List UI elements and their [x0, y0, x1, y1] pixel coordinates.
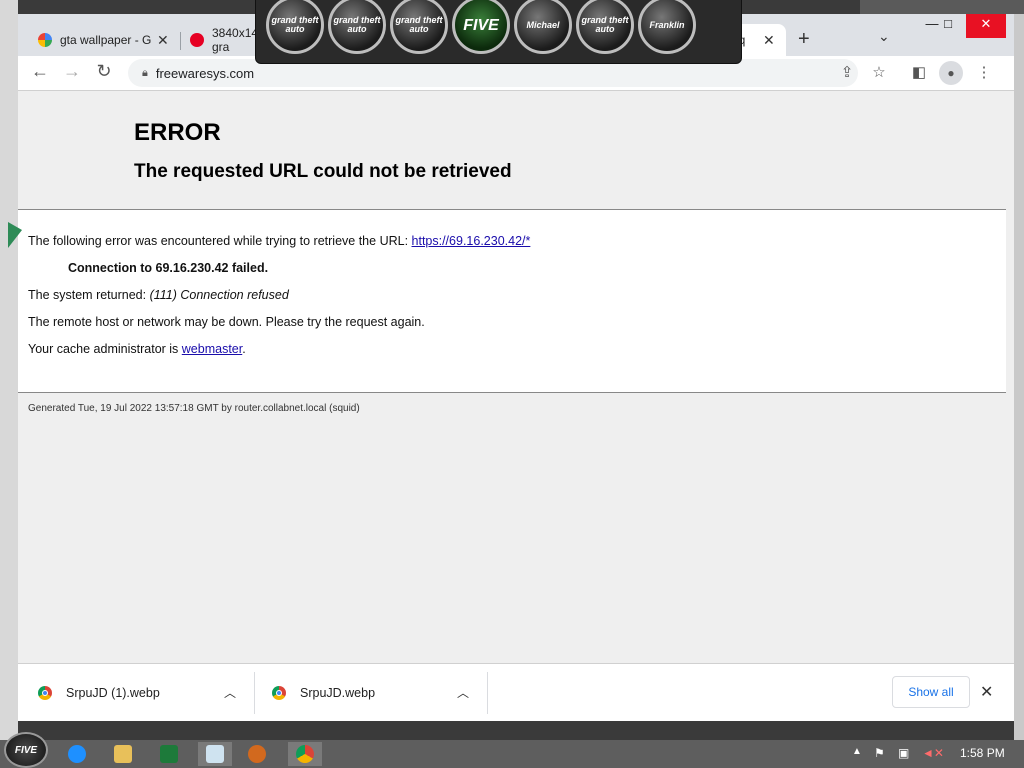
forward-arrow-icon[interactable]: →	[60, 61, 84, 82]
download-item[interactable]: SrpuJD (1).webp	[38, 664, 160, 721]
new-tab-button[interactable]: +	[798, 28, 810, 51]
period: .	[242, 342, 246, 356]
excel-icon[interactable]	[152, 742, 186, 766]
download-item[interactable]: SrpuJD.webp	[272, 664, 375, 721]
chrome-icon	[272, 685, 286, 700]
tab-separator	[180, 32, 181, 50]
generated-footer: Generated Tue, 19 Jul 2022 13:57:18 GMT …	[28, 403, 360, 414]
maximize-icon[interactable]: □	[932, 14, 964, 38]
ie-icon[interactable]	[60, 742, 94, 766]
desktop-left-edge	[0, 0, 18, 740]
error-code: (111) Connection refused	[149, 288, 289, 302]
gta-franklin-badge[interactable]: Franklin	[638, 0, 696, 54]
browser-window: gta wallpaper - G ✕ 3840x1447 gra req ✕ …	[18, 14, 1014, 721]
gta-character-banner: grand theft auto grand theft auto grand …	[255, 0, 742, 64]
error-page: ERROR The requested URL could not be ret…	[18, 91, 1006, 663]
bookmark-star-icon[interactable]: ☆	[868, 63, 890, 81]
gta-badge[interactable]: grand theft auto	[390, 0, 448, 54]
close-icon[interactable]: ✕	[980, 682, 993, 702]
error-header: ERROR The requested URL could not be ret…	[18, 91, 1006, 210]
flag-icon[interactable]: ⚑	[874, 746, 885, 760]
gta-badge[interactable]: grand theft auto	[266, 0, 324, 54]
gta-badge[interactable]: grand theft auto	[576, 0, 634, 54]
download-filename: SrpuJD.webp	[300, 685, 376, 700]
download-filename: SrpuJD (1).webp	[66, 685, 160, 700]
page-title: ERROR	[134, 119, 221, 146]
desktop-right-edge	[1014, 0, 1024, 740]
tab-label: gta wallpaper - G	[60, 33, 152, 47]
tab-close-icon[interactable]: ✕	[157, 32, 169, 49]
side-panel-icon[interactable]: ◧	[908, 63, 930, 81]
error-text: The following error was encountered whil…	[28, 234, 412, 248]
notepad-icon[interactable]	[198, 742, 232, 766]
file-explorer-icon[interactable]	[106, 742, 140, 766]
window-close-icon[interactable]: ✕	[966, 14, 1006, 38]
webmaster-link[interactable]: webmaster	[182, 342, 242, 356]
gta-five-badge[interactable]: FIVE	[452, 0, 510, 54]
system-returned-text: The system returned:	[28, 288, 150, 302]
gta-badge[interactable]: grand theft auto	[328, 0, 386, 54]
pinterest-icon	[190, 33, 204, 47]
profile-avatar-icon[interactable]: ●	[939, 61, 963, 85]
cache-admin-text: Your cache administrator is	[28, 342, 182, 356]
system-returned-line: The system returned: (111) Connection re…	[28, 288, 289, 302]
tab-close-icon[interactable]: ✕	[763, 32, 775, 49]
network-icon[interactable]: ▣	[898, 746, 909, 760]
error-body: The following error was encountered whil…	[18, 210, 1006, 393]
share-icon[interactable]: ⇪	[836, 63, 858, 81]
tray-chevron-icon[interactable]: ▲	[852, 746, 862, 757]
menu-dots-icon[interactable]: ⋮	[973, 63, 995, 81]
volume-muted-icon[interactable]: ◄✕	[922, 746, 944, 760]
start-button[interactable]: FIVE	[4, 732, 48, 768]
chrome-taskbar-icon[interactable]	[288, 742, 322, 766]
chevron-up-icon[interactable]: ︿	[457, 684, 469, 701]
desktop-top-right	[860, 0, 1024, 14]
address-text: freewaresys.com	[155, 65, 255, 81]
google-icon	[38, 33, 52, 47]
chrome-icon	[38, 685, 52, 700]
connection-failed-text: Connection to 69.16.230.42 failed.	[68, 261, 269, 275]
chevron-up-icon[interactable]: ︿	[224, 684, 236, 701]
clock[interactable]: 1:58 PM	[960, 746, 1005, 760]
cache-admin-line: Your cache administrator is webmaster.	[28, 342, 246, 356]
mouse-cursor-icon	[8, 222, 22, 248]
tab-search-chevron-icon[interactable]: ⌄	[878, 28, 890, 45]
download-bar: SrpuJD (1).webp ︿ SrpuJD.webp ︿ Show all…	[18, 663, 1014, 721]
error-line-url: The following error was encountered whil…	[28, 234, 530, 248]
taskbar: ▲ ⚑ ▣ ◄✕ 1:58 PM	[0, 740, 1024, 768]
app-icon[interactable]	[240, 742, 274, 766]
back-arrow-icon[interactable]: ←	[28, 61, 52, 82]
page-subtitle: The requested URL could not be retrieved	[134, 161, 512, 182]
download-separator	[254, 672, 255, 714]
url-link[interactable]: https://69.16.230.42/*	[412, 234, 531, 248]
gta-michael-badge[interactable]: Michael	[514, 0, 572, 54]
remote-host-text: The remote host or network may be down. …	[28, 315, 425, 329]
download-separator	[487, 672, 488, 714]
lock-icon: 🔒︎	[142, 66, 148, 79]
show-all-button[interactable]: Show all	[892, 676, 970, 708]
reload-icon[interactable]: ↻	[92, 61, 116, 82]
